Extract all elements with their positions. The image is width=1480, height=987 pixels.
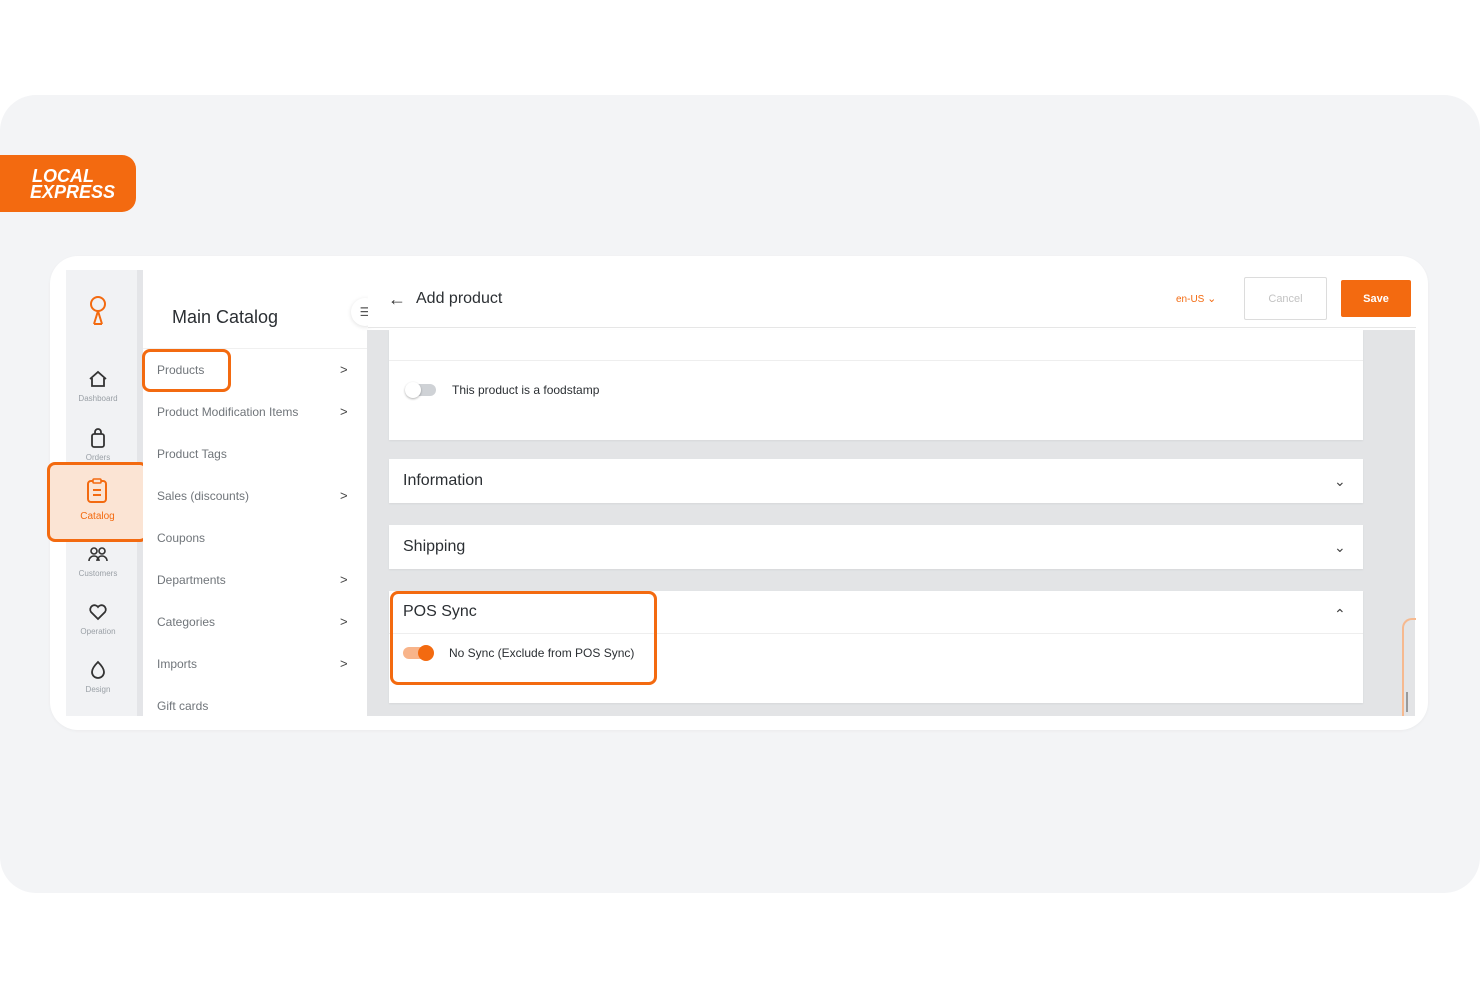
- information-title: Information: [403, 472, 484, 489]
- rail-item-customers[interactable]: Customers: [66, 543, 130, 578]
- shopping-bag-icon: [91, 428, 105, 448]
- catalog-title: Main Catalog: [172, 307, 279, 327]
- chevron-right-icon: >: [340, 656, 348, 671]
- rail-item-label: Dashboard: [78, 394, 118, 403]
- catalog-item-sales[interactable]: Sales (discounts): [157, 489, 249, 503]
- scrollbar[interactable]: [1406, 692, 1408, 712]
- rail-item-design[interactable]: Design: [66, 659, 130, 694]
- shipping-title: Shipping: [403, 538, 466, 555]
- chevron-down-icon: ⌄: [1207, 293, 1217, 305]
- shipping-panel[interactable]: [389, 525, 1363, 569]
- users-icon: [88, 547, 108, 562]
- palette-icon: [91, 660, 105, 679]
- locale-select[interactable]: en-US ⌄: [1176, 292, 1216, 305]
- rail-item-label: Catalog: [80, 511, 115, 522]
- catalog-item-gift-cards[interactable]: Gift cards: [157, 699, 208, 713]
- back-arrow-icon[interactable]: ←: [388, 289, 406, 310]
- chevron-right-icon: >: [340, 362, 348, 377]
- information-panel[interactable]: [389, 459, 1363, 503]
- catalog-item-coupons[interactable]: Coupons: [157, 531, 205, 545]
- chevron-right-icon: >: [340, 572, 348, 587]
- save-button[interactable]: Save: [1341, 280, 1411, 317]
- foodstamp-label: This product is a foodstamp: [452, 383, 600, 397]
- app-logo-icon: [90, 296, 106, 325]
- rail-item-label: Orders: [85, 453, 111, 462]
- side-drawer-edge: [1402, 618, 1416, 716]
- catalog-item-departments[interactable]: Departments: [157, 573, 226, 587]
- cancel-button[interactable]: Cancel: [1244, 277, 1327, 320]
- rail-item-label: Customers: [78, 569, 118, 578]
- foodstamp-toggle[interactable]: [405, 382, 436, 398]
- chevron-right-icon: >: [340, 614, 348, 629]
- catalog-item-categories[interactable]: Categories: [157, 615, 215, 629]
- heart-hand-icon: [89, 604, 107, 621]
- catalog-item-product-modification-items[interactable]: Product Modification Items: [157, 405, 298, 419]
- rail-item-operation[interactable]: Operation: [66, 601, 130, 636]
- chevron-right-icon: >: [340, 488, 348, 503]
- rail-item-orders[interactable]: Orders: [66, 427, 130, 462]
- chevron-up-icon[interactable]: ⌃: [1334, 606, 1346, 623]
- chevron-right-icon: >: [340, 404, 348, 419]
- rail-item-dashboard[interactable]: Dashboard: [66, 368, 130, 403]
- catalog-item-products[interactable]: Products: [157, 363, 204, 377]
- panel-divider: [389, 360, 1363, 361]
- catalog-item-imports[interactable]: Imports: [157, 657, 197, 671]
- chevron-down-icon[interactable]: ⌄: [1334, 473, 1346, 490]
- pos-sync-highlight: [390, 591, 657, 685]
- home-icon: [89, 370, 107, 387]
- rail-item-label: Operation: [80, 627, 116, 636]
- clipboard-icon: [87, 478, 107, 503]
- brand-line-2: EXPRESS: [30, 182, 116, 202]
- catalog-item-product-tags[interactable]: Product Tags: [157, 447, 227, 461]
- chevron-down-icon[interactable]: ⌄: [1334, 539, 1346, 556]
- page-title: Add product: [416, 290, 503, 307]
- locale-value: en-US: [1176, 294, 1205, 305]
- rail-item-label: Design: [85, 685, 111, 694]
